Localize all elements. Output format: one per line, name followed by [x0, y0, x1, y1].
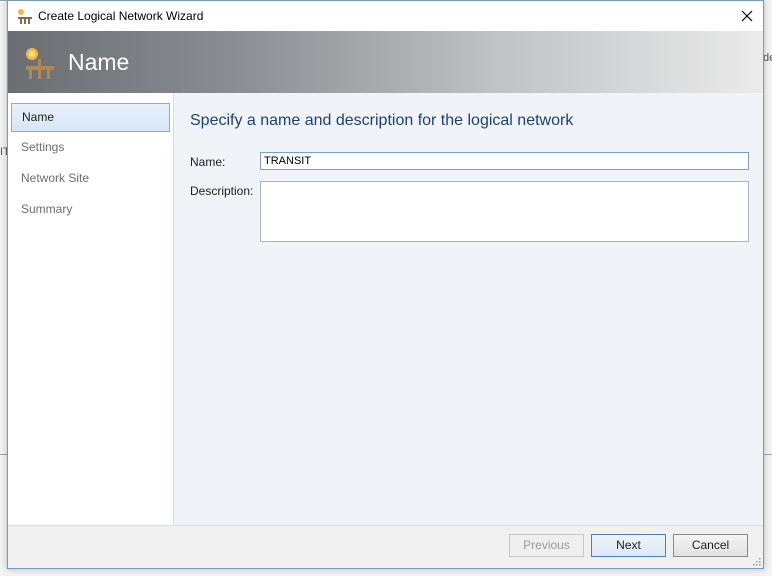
description-input[interactable] [260, 181, 749, 242]
background-divider [0, 454, 7, 455]
resize-grip-icon[interactable] [751, 556, 761, 566]
wizard-footer: Previous Next Cancel [8, 525, 763, 568]
sidebar-item-label: Network Site [21, 171, 90, 185]
next-button[interactable]: Next [591, 534, 666, 557]
sidebar-item-network-site[interactable]: Network Site [11, 165, 170, 194]
sidebar-item-settings[interactable]: Settings [11, 134, 170, 163]
cancel-button[interactable]: Cancel [673, 534, 748, 557]
sidebar-item-label: Name [22, 110, 55, 124]
close-icon[interactable] [741, 10, 753, 22]
sidebar-item-label: Summary [21, 202, 73, 216]
step-title: Name [68, 49, 130, 75]
name-label: Name: [190, 155, 226, 169]
background-divider [764, 454, 772, 455]
previous-button[interactable]: Previous [509, 534, 584, 557]
sidebar-item-label: Settings [21, 140, 65, 154]
logical-network-icon [26, 48, 54, 79]
background-divider [0, 0, 7, 1]
name-input[interactable] [260, 152, 749, 170]
close-button[interactable] [731, 1, 763, 31]
sidebar-item-name[interactable]: Name [11, 103, 170, 132]
wizard-banner: Name [8, 31, 763, 93]
page-heading: Specify a name and description for the l… [190, 112, 574, 129]
wizard-content: Specify a name and description for the l… [174, 93, 763, 526]
title-bar[interactable]: Create Logical Network Wizard [8, 1, 763, 31]
wizard-window: Create Logical Network Wizard Name Name … [7, 0, 764, 569]
description-label: Description: [190, 184, 254, 198]
sidebar-item-summary[interactable]: Summary [11, 196, 170, 225]
logical-network-icon [18, 9, 32, 24]
wizard-step-nav: Name Settings Network Site Summary [8, 93, 174, 526]
window-title: Create Logical Network Wizard [38, 9, 204, 23]
background-fragment-right: de [763, 52, 772, 64]
